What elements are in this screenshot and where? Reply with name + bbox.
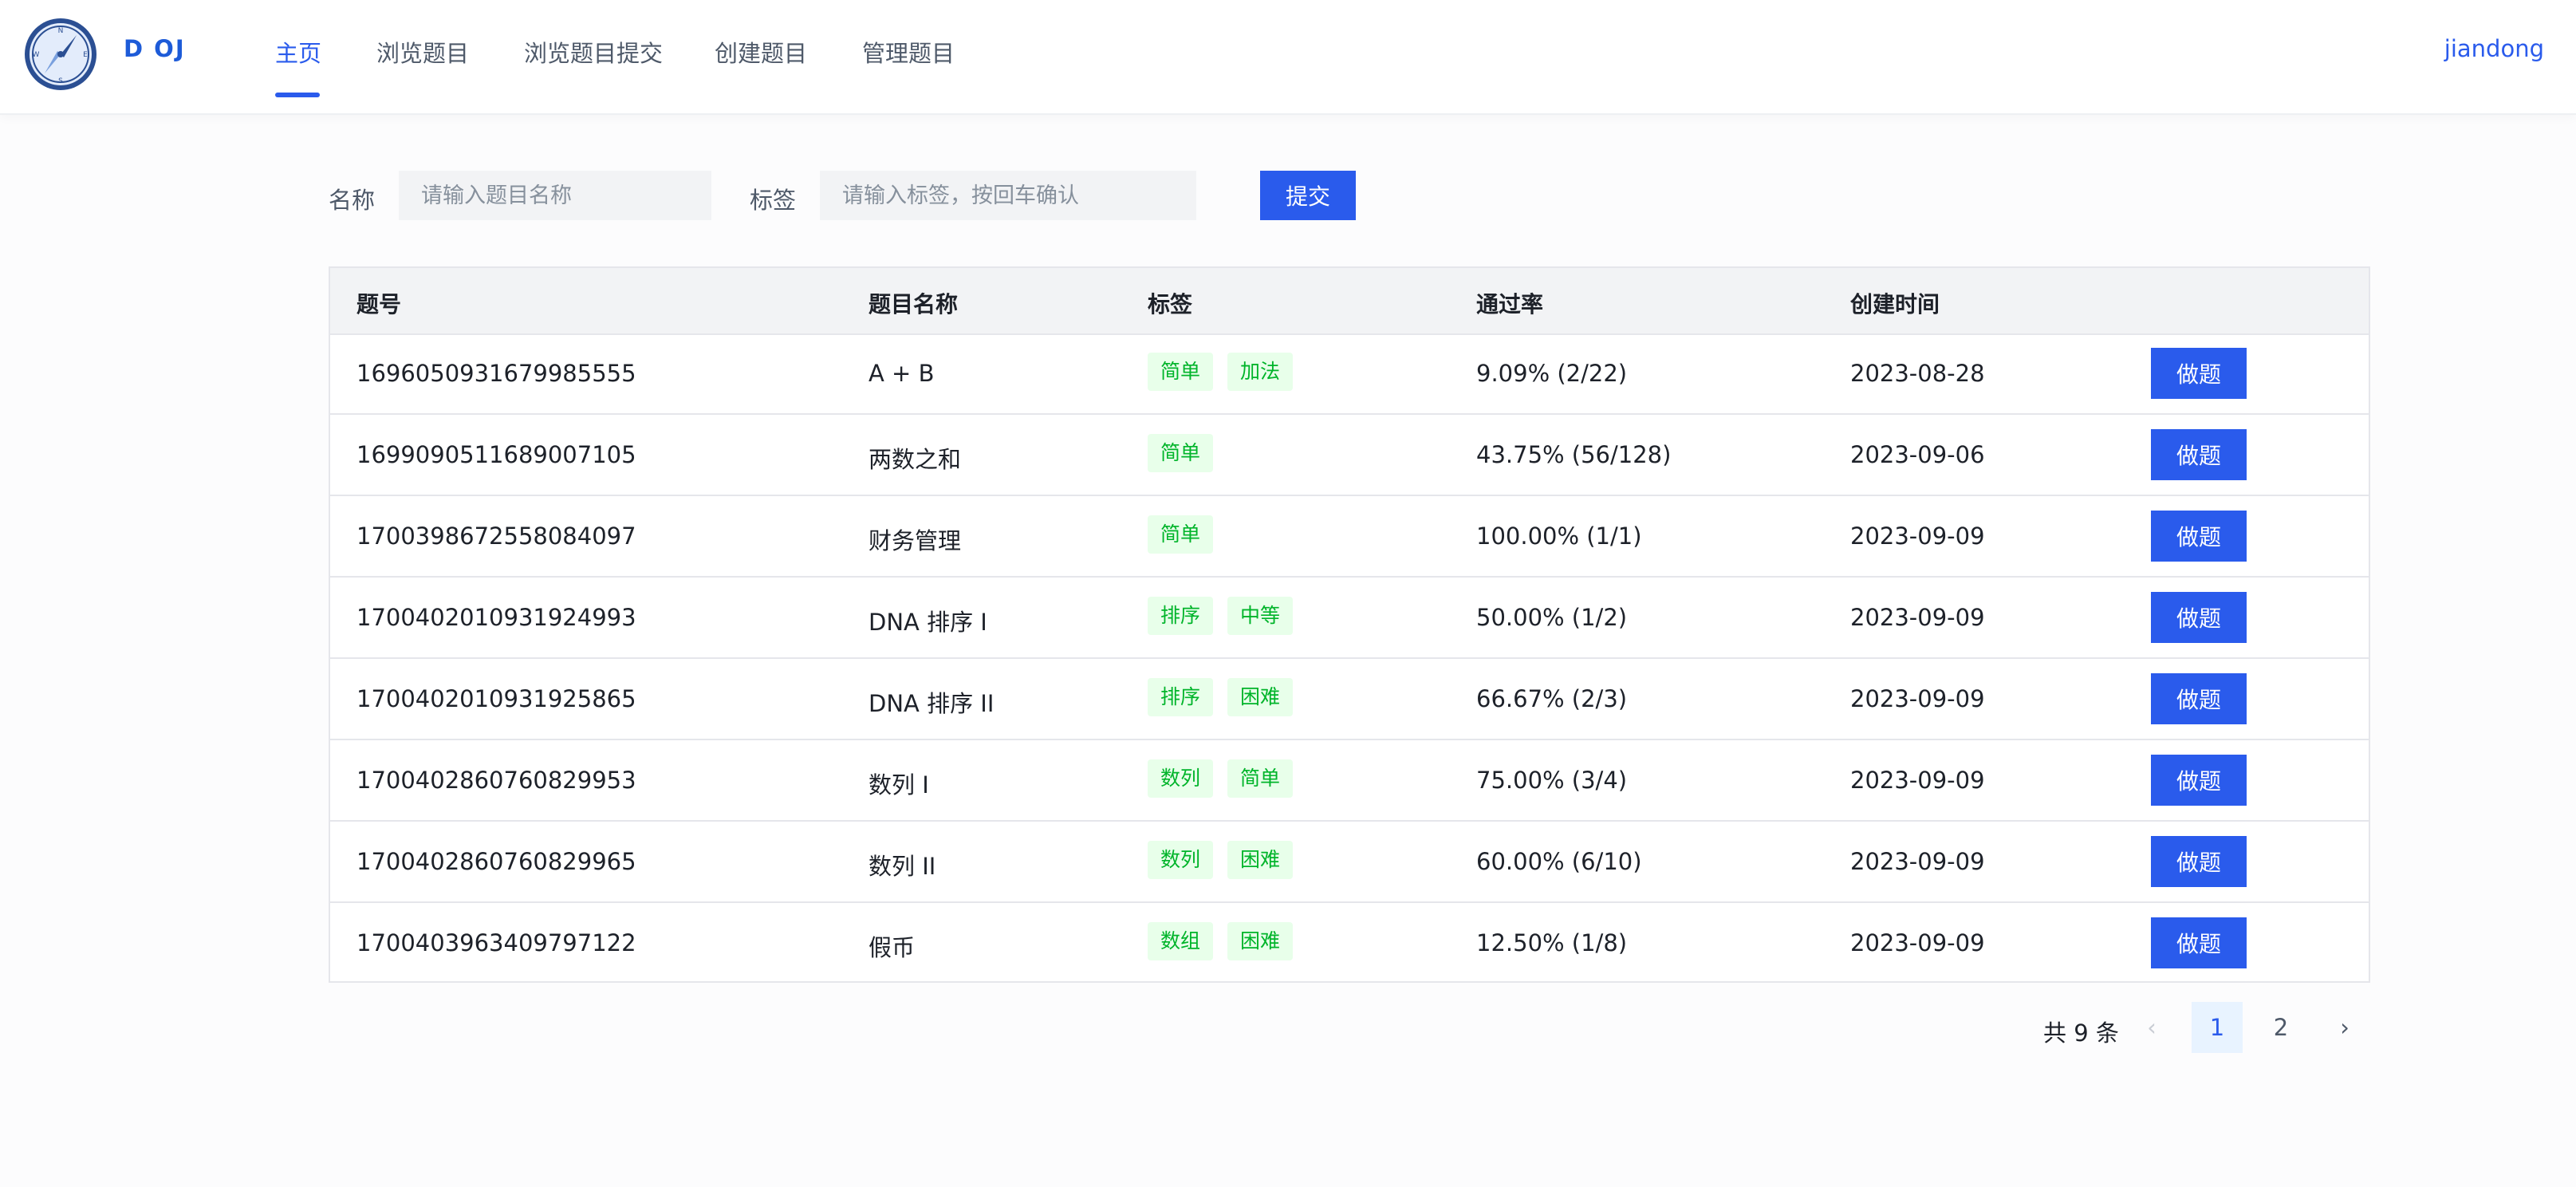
solve-button[interactable]: 做题 bbox=[2151, 673, 2247, 724]
nav-create-question[interactable]: 创建题目 bbox=[715, 35, 807, 69]
table-header: 题号 题目名称 标签 通过率 创建时间 bbox=[330, 268, 2369, 335]
pass-rate: 60.00% (6/10) bbox=[1476, 848, 1642, 875]
question-tag: 排序 bbox=[1148, 678, 1214, 716]
solve-button[interactable]: 做题 bbox=[2151, 429, 2247, 480]
submit-button[interactable]: 提交 bbox=[1260, 171, 1356, 220]
nav-active-indicator bbox=[275, 93, 320, 97]
compass-icon[interactable]: N S W E bbox=[22, 16, 99, 93]
created-date: 2023-09-09 bbox=[1850, 848, 1985, 875]
svg-text:S: S bbox=[58, 77, 63, 85]
question-name[interactable]: 假币 bbox=[869, 929, 915, 963]
table-row: 1700402010931924993 DNA 排序 I 排序 中等 50.00% (1… bbox=[330, 578, 2369, 659]
table-row: 1699090511689007105 两数之和 简单 43.75% (56/128)… bbox=[330, 415, 2369, 496]
col-name: 题目名称 bbox=[869, 291, 959, 317]
tag-label: 标签 bbox=[750, 187, 797, 214]
question-tag: 简单 bbox=[1227, 759, 1294, 798]
question-name[interactable]: DNA 排序 II bbox=[869, 685, 994, 719]
pass-rate: 75.00% (3/4) bbox=[1476, 767, 1628, 794]
solve-button[interactable]: 做题 bbox=[2151, 592, 2247, 643]
question-id: 1700403963409797122 bbox=[356, 929, 636, 956]
solve-button[interactable]: 做题 bbox=[2151, 348, 2247, 399]
question-tag: 排序 bbox=[1148, 597, 1214, 635]
question-tag: 简单 bbox=[1148, 353, 1214, 391]
question-name[interactable]: 数列 II bbox=[869, 848, 935, 881]
question-tag: 中等 bbox=[1227, 597, 1294, 635]
pass-rate: 12.50% (1/8) bbox=[1476, 929, 1628, 956]
table-row: 1700403963409797122 假币 数组 困难 12.50% (1/8) 202… bbox=[330, 903, 2369, 984]
question-id: 1696050931679985555 bbox=[356, 360, 636, 387]
question-id: 1700402010931924993 bbox=[356, 604, 636, 631]
pass-rate: 100.00% (1/1) bbox=[1476, 523, 1642, 550]
pass-rate: 43.75% (56/128) bbox=[1476, 441, 1672, 468]
question-name[interactable]: DNA 排序 I bbox=[869, 604, 987, 637]
chevron-right-icon[interactable]: › bbox=[2319, 1002, 2370, 1053]
question-tag: 困难 bbox=[1227, 841, 1294, 879]
col-pass-rate: 通过率 bbox=[1476, 291, 1544, 317]
created-date: 2023-09-09 bbox=[1850, 523, 1985, 550]
table-row: 1700402860760829953 数列 I 数列 简单 75.00% (3/4) 2… bbox=[330, 740, 2369, 822]
question-id: 1700402860760829953 bbox=[356, 767, 636, 794]
question-name[interactable]: 两数之和 bbox=[869, 441, 961, 475]
created-date: 2023-09-09 bbox=[1850, 604, 1985, 631]
question-name[interactable]: 数列 I bbox=[869, 767, 929, 800]
brand-name[interactable]: D OJ bbox=[124, 35, 186, 62]
nav-browse-submissions[interactable]: 浏览题目提交 bbox=[524, 35, 663, 69]
question-table: 题号 题目名称 标签 通过率 创建时间 1696050931679985555 A… bbox=[329, 266, 2370, 983]
question-id: 1700398672558084097 bbox=[356, 523, 636, 550]
solve-button[interactable]: 做题 bbox=[2151, 917, 2247, 968]
table-row: 1700402860760829965 数列 II 数列 困难 60.00% (6/10… bbox=[330, 822, 2369, 903]
table-row: 1696050931679985555 A + B 简单 加法 9.09% (2/22)… bbox=[330, 333, 2369, 415]
question-id: 1700402010931925865 bbox=[356, 685, 636, 712]
question-tag: 加法 bbox=[1227, 353, 1294, 391]
created-date: 2023-09-06 bbox=[1850, 441, 1985, 468]
name-label: 名称 bbox=[329, 187, 376, 214]
table-row: 1700402010931925865 DNA 排序 II 排序 困难 66.67% (… bbox=[330, 659, 2369, 740]
question-name[interactable]: A + B bbox=[869, 360, 934, 387]
col-created: 创建时间 bbox=[1850, 291, 1940, 317]
created-date: 2023-09-09 bbox=[1850, 929, 1985, 956]
page-1[interactable]: 1 bbox=[2192, 1002, 2243, 1053]
question-name[interactable]: 财务管理 bbox=[869, 523, 961, 556]
nav-browse-questions[interactable]: 浏览题目 bbox=[376, 35, 469, 69]
question-tag: 简单 bbox=[1148, 515, 1214, 554]
pass-rate: 50.00% (1/2) bbox=[1476, 604, 1628, 631]
question-id: 1699090511689007105 bbox=[356, 441, 636, 468]
table-row: 1700398672558084097 财务管理 简单 100.00% (1/1) 20… bbox=[330, 496, 2369, 578]
question-tag: 简单 bbox=[1148, 434, 1214, 472]
question-tag: 困难 bbox=[1227, 922, 1294, 960]
svg-text:N: N bbox=[58, 27, 64, 35]
question-tag: 数列 bbox=[1148, 841, 1214, 879]
solve-button[interactable]: 做题 bbox=[2151, 755, 2247, 806]
chevron-left-icon[interactable]: ‹ bbox=[2126, 1002, 2177, 1053]
tag-search-input[interactable] bbox=[820, 171, 1196, 220]
solve-button[interactable]: 做题 bbox=[2151, 836, 2247, 887]
question-tag: 数组 bbox=[1148, 922, 1214, 960]
top-header: N S W E D OJ 主页 浏览题目 浏览题目提交 创建题目 管理题目 ji… bbox=[0, 0, 2576, 115]
svg-text:W: W bbox=[33, 51, 40, 59]
nav-home[interactable]: 主页 bbox=[275, 35, 321, 69]
col-tags: 标签 bbox=[1148, 291, 1193, 317]
pass-rate: 9.09% (2/22) bbox=[1476, 360, 1628, 387]
question-tag: 数列 bbox=[1148, 759, 1214, 798]
nav-manage-questions[interactable]: 管理题目 bbox=[862, 35, 955, 69]
col-id: 题号 bbox=[356, 291, 402, 317]
svg-text:E: E bbox=[83, 51, 88, 59]
created-date: 2023-08-28 bbox=[1850, 360, 1985, 387]
created-date: 2023-09-09 bbox=[1850, 767, 1985, 794]
user-menu[interactable]: jiandong bbox=[2444, 35, 2544, 62]
name-search-input[interactable] bbox=[399, 171, 711, 220]
pagination-total: 共 9 条 bbox=[2043, 1019, 2119, 1047]
page-2[interactable]: 2 bbox=[2255, 1002, 2306, 1053]
pass-rate: 66.67% (2/3) bbox=[1476, 685, 1628, 712]
created-date: 2023-09-09 bbox=[1850, 685, 1985, 712]
solve-button[interactable]: 做题 bbox=[2151, 511, 2247, 562]
question-id: 1700402860760829965 bbox=[356, 848, 636, 875]
question-tag: 困难 bbox=[1227, 678, 1294, 716]
